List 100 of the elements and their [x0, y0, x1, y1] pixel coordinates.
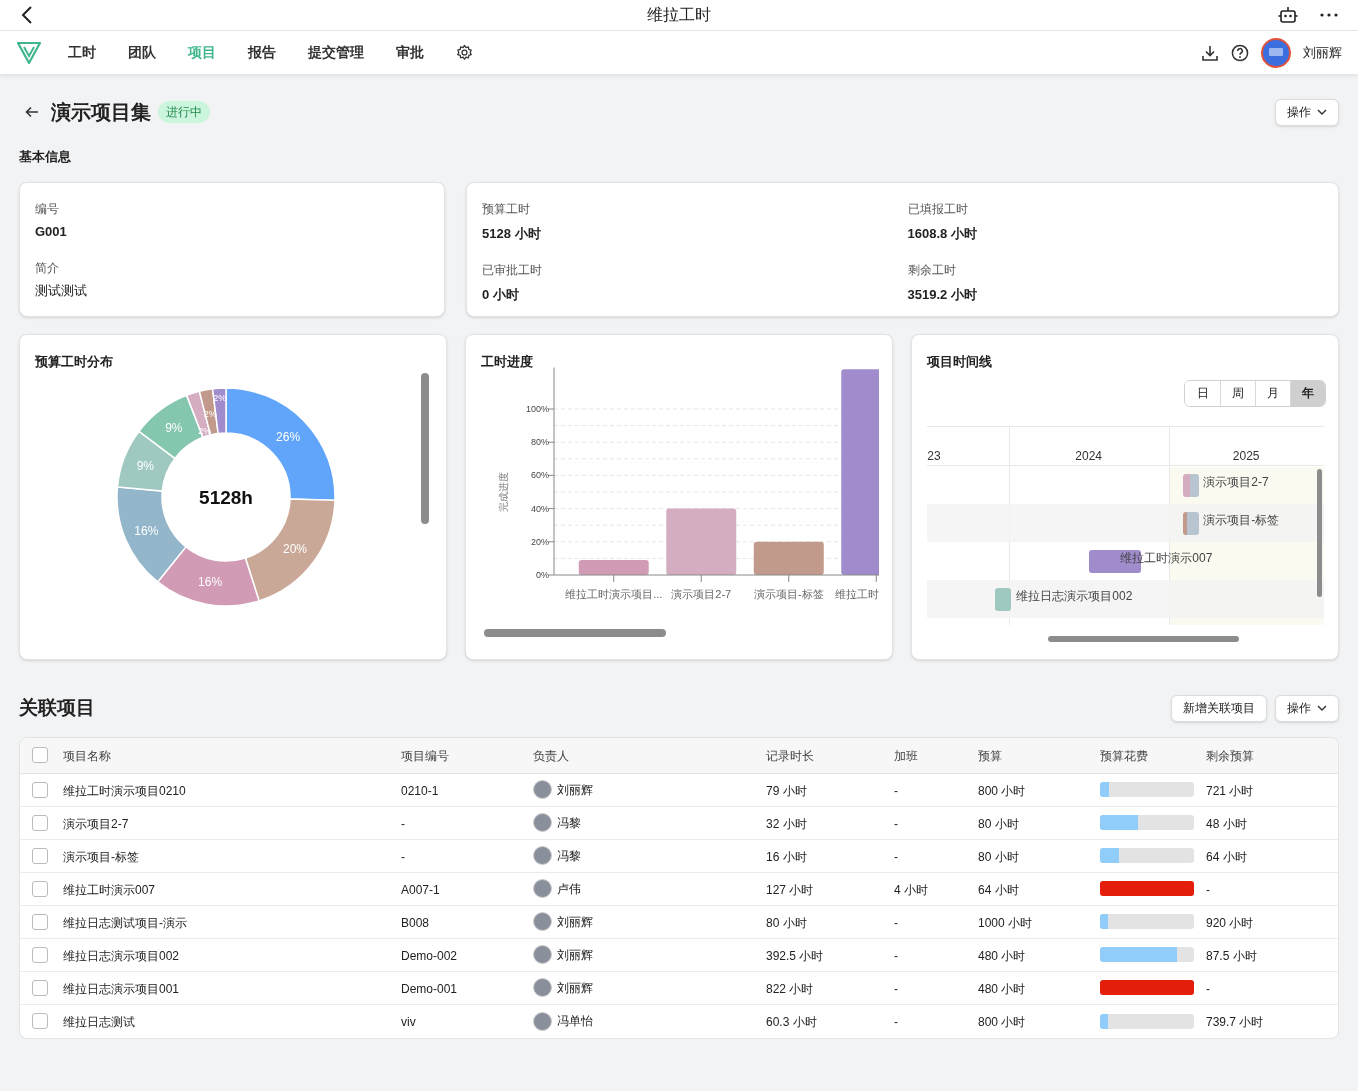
column-header: 预算 — [978, 749, 1002, 763]
table-cell-text: 冯黎 — [557, 847, 581, 865]
table-cell: 822 小时 — [766, 981, 814, 996]
avatar — [533, 912, 552, 931]
field-label: 编号 — [35, 200, 60, 218]
table-cell: 87.5 小时 — [1206, 948, 1257, 963]
table-cell: 920 小时 — [1206, 915, 1254, 930]
checkbox[interactable] — [32, 1013, 48, 1029]
help-icon[interactable] — [1231, 43, 1249, 62]
table-cell-text: 卢伟 — [557, 880, 581, 898]
download-icon[interactable] — [1201, 43, 1219, 62]
table-cell: 0210-1 — [401, 783, 439, 798]
table-cell: - — [894, 816, 898, 831]
action-button[interactable]: 操作 — [1275, 694, 1339, 722]
table-cell: B008 — [401, 915, 430, 930]
back-arrow-icon[interactable] — [25, 106, 39, 118]
field-label: 已填报工时 — [907, 200, 969, 218]
table-cell: 60.3 小时 — [766, 1015, 817, 1029]
robot-icon[interactable] — [1278, 6, 1298, 24]
year-label: 2024 — [1075, 447, 1103, 465]
field-label: 剩余工时 — [907, 262, 957, 279]
back-icon[interactable] — [20, 6, 34, 24]
table-cell: 64 小时 — [978, 882, 1019, 897]
checkbox[interactable] — [32, 880, 48, 897]
scrollbar[interactable] — [421, 372, 429, 524]
avatar — [533, 879, 552, 898]
table-cell-text: 刘丽辉 — [557, 781, 593, 799]
checkbox[interactable] — [32, 979, 48, 996]
window-title: 维拉工时 — [646, 5, 712, 25]
logo-icon[interactable] — [16, 40, 42, 65]
table-cell: 演示项目-标签 — [63, 849, 139, 864]
field-value: G001 — [35, 222, 68, 241]
table-cell: 16 小时 — [766, 849, 807, 864]
nav-tab[interactable]: 工时 — [68, 42, 96, 63]
data-label: 9% — [165, 420, 183, 435]
checkbox[interactable] — [32, 747, 48, 763]
user-name[interactable]: 刘丽辉 — [1303, 42, 1342, 63]
table-cell-text: 刘丽辉 — [557, 913, 593, 931]
table-cell: 维拉日志测试项目-演示 — [63, 915, 187, 930]
field-label: 已审批工时 — [482, 262, 543, 279]
field-value: 5128 小时 — [482, 224, 542, 243]
table-cell: 1000 小时 — [978, 915, 1033, 930]
avatar[interactable] — [1261, 37, 1291, 68]
category-label: 维拉工时 — [834, 587, 879, 600]
table-cell-text: 刘丽辉 — [557, 979, 593, 997]
table-cell: - — [894, 915, 898, 930]
scrollbar[interactable] — [483, 628, 666, 637]
nav-tab[interactable]: 报告 — [248, 42, 276, 63]
table-cell: 721 小时 — [1206, 783, 1254, 798]
more-icon[interactable] — [1320, 13, 1338, 17]
table-cell: 维拉日志测试 — [63, 1015, 135, 1029]
field-value: 3519.2 小时 — [907, 286, 978, 304]
checkbox[interactable] — [32, 814, 48, 831]
column-header: 剩余预算 — [1206, 749, 1254, 763]
table-cell: - — [401, 816, 405, 831]
nav-tab[interactable]: 提交管理 — [308, 42, 364, 63]
table-cell: 4 小时 — [894, 882, 928, 897]
nav-tab[interactable]: 审批 — [396, 42, 424, 63]
table-cell: - — [1206, 882, 1210, 897]
table-cell: - — [401, 849, 405, 864]
data-label: 16% — [134, 523, 159, 538]
table-cell: 480 小时 — [978, 981, 1026, 996]
caret-icon — [1317, 705, 1327, 711]
add-related-button[interactable]: 新增关联项目 — [1171, 694, 1267, 722]
nav-tab[interactable]: 团队 — [128, 42, 156, 63]
table-cell: 演示项目2-7 — [63, 816, 129, 831]
table-cell: 维拉日志演示项目001 — [63, 981, 180, 996]
avatar — [533, 846, 552, 865]
table-cell: viv — [401, 1015, 416, 1029]
tick-label: 80% — [530, 436, 549, 447]
avatar — [533, 813, 552, 832]
checkbox[interactable] — [32, 946, 48, 963]
table-cell: 392.5 小时 — [766, 948, 824, 963]
data-label: 9% — [136, 458, 154, 473]
table-cell: 800 小时 — [978, 1015, 1026, 1029]
category-label: 演示项目2-7 — [670, 587, 731, 600]
table-cell: 32 小时 — [766, 816, 807, 831]
table-cell: 80 小时 — [978, 816, 1019, 831]
tick-label: 40% — [530, 503, 549, 514]
column-header: 项目名称 — [63, 749, 111, 763]
tick-label: 60% — [530, 469, 549, 480]
action-button[interactable]: 操作 — [1275, 98, 1339, 126]
table-cell: 80 小时 — [978, 849, 1019, 864]
year-label: 23 — [927, 447, 941, 465]
checkbox[interactable] — [32, 913, 48, 930]
avatar — [533, 780, 552, 799]
tick-label: 20% — [530, 536, 549, 547]
table-cell: 127 小时 — [766, 882, 814, 897]
settings-icon[interactable] — [456, 44, 473, 61]
table-cell: Demo-002 — [401, 948, 458, 963]
scrollbar[interactable] — [1048, 635, 1240, 642]
tick-label: 0% — [535, 569, 549, 580]
table-cell-text: 冯黎 — [557, 814, 581, 832]
table-cell-text: 刘丽辉 — [557, 946, 593, 964]
checkbox[interactable] — [32, 781, 48, 798]
field-label: 预算工时 — [482, 200, 531, 218]
view-toggle[interactable]: 年 — [1290, 380, 1326, 406]
scrollbar[interactable] — [1317, 468, 1323, 597]
checkbox[interactable] — [32, 847, 48, 864]
table-cell: 维拉日志演示项目002 — [63, 948, 180, 963]
